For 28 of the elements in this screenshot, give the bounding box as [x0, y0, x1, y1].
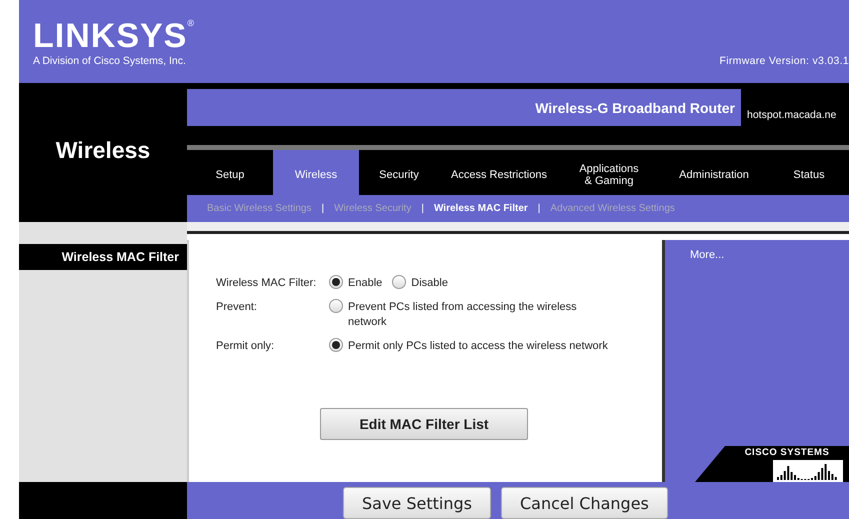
separator: | [321, 203, 324, 214]
separator: | [538, 203, 540, 214]
subtab-link[interactable]: Wireless MAC Filter [434, 203, 528, 214]
firmware-version: Firmware Version: v3.03.1 [720, 55, 849, 67]
radio-button[interactable] [329, 299, 343, 313]
edit-mac-filter-button[interactable]: Edit MAC Filter List [320, 408, 528, 440]
radio-label: Permit only PCs listed to access the wireless network [348, 339, 608, 354]
radio-label: Prevent PCs listed from accessing the wireless network [348, 300, 578, 330]
field-label: Wireless MAC Filter: [216, 276, 318, 291]
footer-button[interactable]: Save Settings [343, 487, 491, 519]
footer-button[interactable]: Cancel Changes [500, 487, 668, 519]
radio-button[interactable] [392, 275, 406, 289]
radio-button[interactable] [329, 338, 343, 352]
section-title: Wireless [54, 137, 152, 164]
page-title-bar: Wireless MAC Filter [19, 244, 187, 270]
separator: | [421, 203, 424, 214]
product-name-bar: Wireless-G Broadband Router [187, 89, 741, 126]
linksys-logo: LINKSYS$^{®}$ [33, 19, 195, 53]
hostname: hotspot.macada.ne [747, 108, 836, 120]
radio-button[interactable] [329, 275, 343, 289]
radio-label: Enable [348, 276, 382, 291]
more-link[interactable]: More... [690, 249, 724, 261]
radio-label: Disable [411, 276, 448, 291]
nav-tab[interactable]: Wireless [273, 150, 359, 195]
field-label: Prevent: [216, 300, 258, 315]
vendor-name: CISCO SYSTEMS [744, 446, 830, 458]
brand-tagline: A Division of Cisco Systems, Inc. [33, 55, 187, 67]
field-label: Permit only: [216, 339, 276, 354]
